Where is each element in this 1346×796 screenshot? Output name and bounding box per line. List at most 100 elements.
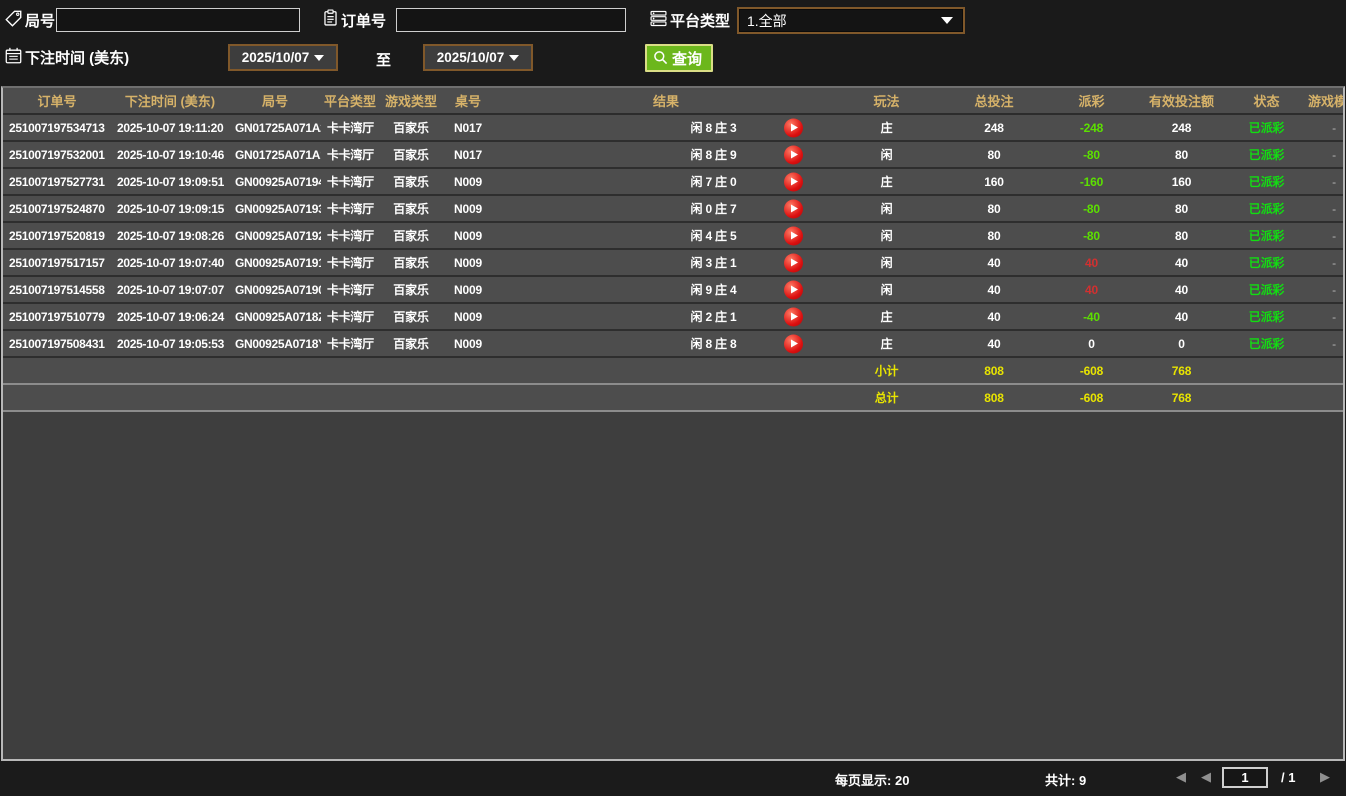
calendar-icon [5,47,22,64]
cell-game-type: 百家乐 [379,303,443,330]
date-to-picker[interactable]: 2025/10/07 [423,44,533,71]
cell-total-bet: 80 [934,195,1054,222]
cell-bet-time: 2025-10-07 19:09:51 [111,168,229,195]
column-header-bet-time: 下注时间 (美东) [111,88,229,114]
cell-game-type: 百家乐 [379,141,443,168]
column-header-platform: 平台类型 [321,88,379,114]
cell-status: 已派彩 [1234,249,1299,276]
cell-bet-time: 2025-10-07 19:05:53 [111,330,229,357]
cell-bet-time: 2025-10-07 19:06:24 [111,303,229,330]
cell-order-id: 251007197514558 [3,276,111,303]
play-icon [791,232,798,240]
play-video-button[interactable] [784,334,803,353]
cell-game-mode: - [1299,222,1345,249]
page-number-input[interactable] [1222,767,1268,788]
subtotal-valid-bet: 768 [1129,357,1234,384]
chevron-down-icon [941,17,953,24]
cell-game-type: 百家乐 [379,222,443,249]
cell-bet-option: 庄 [839,303,934,330]
table-row: 251007197534713 2025-10-07 19:11:20 GN01… [3,114,1345,141]
cell-bet-time: 2025-10-07 19:09:15 [111,195,229,222]
cell-bet-option: 闲 [839,141,934,168]
cell-platform: 卡卡湾厅 [321,141,379,168]
play-video-button[interactable] [784,172,803,191]
column-header-total-bet: 总投注 [934,88,1054,114]
cell-payout: 0 [1054,330,1129,357]
cell-platform: 卡卡湾厅 [321,168,379,195]
prev-page-button[interactable]: ◀ [1201,769,1211,785]
cell-payout: -40 [1054,303,1129,330]
bet-time-label: 下注时间 (美东) [25,47,129,68]
tag-icon [5,10,22,27]
play-video-button[interactable] [784,280,803,299]
order-no-label: 订单号 [341,10,386,31]
first-page-button[interactable]: ◀ [1176,769,1186,785]
play-video-button[interactable] [784,145,803,164]
play-icon [791,286,798,294]
date-from-picker[interactable]: 2025/10/07 [228,44,338,71]
cell-order-id: 251007197520819 [3,222,111,249]
play-icon [791,205,798,213]
cell-game-mode: - [1299,303,1345,330]
cell-game-no: GN00925A07192 [229,222,321,249]
play-icon [791,178,798,186]
play-video-button[interactable] [784,226,803,245]
cell-bet-option: 庄 [839,114,934,141]
total-count-text: 共计: 9 [1045,770,1086,789]
cell-bet-option: 闲 [839,276,934,303]
play-video-button[interactable] [784,199,803,218]
next-page-button[interactable]: ▶ [1320,769,1330,785]
cell-total-bet: 80 [934,222,1054,249]
cell-bet-time: 2025-10-07 19:08:26 [111,222,229,249]
cell-table-no: N017 [443,114,493,141]
subtotal-label: 小计 [839,357,934,384]
cell-status: 已派彩 [1234,195,1299,222]
cell-valid-bet: 248 [1129,114,1234,141]
cell-status: 已派彩 [1234,222,1299,249]
subtotal-payout: -608 [1054,357,1129,384]
query-button[interactable]: 查询 [645,44,713,72]
cell-table-no: N009 [443,222,493,249]
grand-total-label: 总计 [839,384,934,411]
cell-payout: 40 [1054,276,1129,303]
cell-platform: 卡卡湾厅 [321,330,379,357]
play-video-button[interactable] [784,118,803,137]
cell-game-no: GN01725A071A2 [229,114,321,141]
grand-total-valid-bet: 768 [1129,384,1234,411]
play-video-button[interactable] [784,253,803,272]
cell-game-mode: - [1299,114,1345,141]
cell-game-type: 百家乐 [379,168,443,195]
cell-game-mode: - [1299,330,1345,357]
cell-payout: -80 [1054,222,1129,249]
play-icon [791,259,798,267]
pagination-bar: 每页显示: 20 共计: 9 ◀ ◀ / 1 ▶ [0,761,1346,796]
cell-result: 闲 8 庄 3 [493,114,839,141]
column-header-result: 结果 [493,88,839,114]
platform-list-icon [650,10,667,27]
result-text: 闲 8 庄 3 [691,121,737,135]
play-video-button[interactable] [784,307,803,326]
chevron-down-icon [509,55,519,61]
page-size-label: 每页显示: [835,773,891,788]
cell-platform: 卡卡湾厅 [321,195,379,222]
result-text: 闲 8 庄 9 [691,148,737,162]
total-count-label: 共计: [1045,773,1075,788]
cell-valid-bet: 160 [1129,168,1234,195]
column-header-table-no: 桌号 [443,88,493,114]
bet-records-table: 订单号 下注时间 (美东) 局号 平台类型 游戏类型 桌号 结果 玩法 总投注 … [1,86,1345,761]
order-no-input[interactable] [396,8,626,32]
cell-table-no: N017 [443,141,493,168]
page-total-value: 1 [1288,770,1295,785]
cell-bet-time: 2025-10-07 19:07:07 [111,276,229,303]
cell-payout: -80 [1054,141,1129,168]
cell-bet-time: 2025-10-07 19:10:46 [111,141,229,168]
cell-valid-bet: 80 [1129,222,1234,249]
cell-table-no: N009 [443,303,493,330]
cell-valid-bet: 40 [1129,303,1234,330]
platform-select[interactable]: 1.全部 [737,7,965,34]
cell-game-type: 百家乐 [379,114,443,141]
cell-game-no: GN00925A07194 [229,168,321,195]
grand-total-payout: -608 [1054,384,1129,411]
cell-total-bet: 80 [934,141,1054,168]
game-no-input[interactable] [56,8,300,32]
